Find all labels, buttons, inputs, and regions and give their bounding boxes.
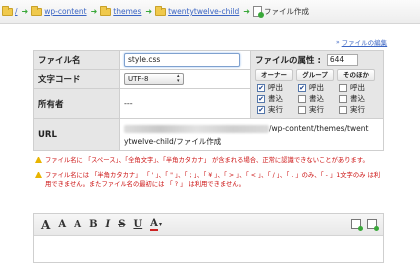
- owner-label: 所有者: [33, 88, 120, 119]
- breadcrumb-current: ファイル作成: [252, 6, 309, 18]
- perm-column-group: グループ ✔ 呼出 書込 実行: [296, 69, 334, 115]
- perm-item[interactable]: ✔ 実行: [255, 104, 293, 115]
- edit-file-link[interactable]: » ファイルの編集: [336, 37, 387, 48]
- editor-toolbar: A A A B I S U A ▾: [34, 214, 383, 236]
- filename-input[interactable]: style.css: [124, 53, 240, 67]
- perm-checkbox[interactable]: ✔: [257, 94, 265, 103]
- font-size-medium-button[interactable]: A: [58, 219, 66, 230]
- perm-item[interactable]: 実行: [296, 104, 334, 115]
- font-size-large-button[interactable]: A: [41, 218, 50, 232]
- breadcrumb-item-themes[interactable]: themes: [100, 5, 141, 16]
- arrow-right-icon: ➜: [243, 7, 250, 16]
- content-editor: A A A B I S U A ▾: [33, 213, 384, 263]
- warning-item: ファイル名に 「スペース」、「全角文字」、「半角カタカナ」 が含まれる場合、正常…: [35, 156, 385, 166]
- perm-checkbox-label: 呼出: [309, 83, 324, 92]
- breadcrumb-item-twentytwelve-child[interactable]: twentytwelve-child: [155, 5, 239, 16]
- perm-item[interactable]: ✔ 書込: [255, 93, 293, 104]
- perm-checkbox[interactable]: [298, 94, 306, 103]
- italic-button[interactable]: I: [106, 219, 111, 230]
- warning-icon: [35, 157, 42, 163]
- arrow-right-icon: ➜: [145, 7, 153, 16]
- text-color-button[interactable]: A: [150, 218, 158, 231]
- perm-checkbox-label: 書込: [309, 94, 324, 103]
- perm-item[interactable]: 呼出: [337, 82, 375, 93]
- arrow-right-icon: ➜: [90, 7, 98, 16]
- folder-icon: [31, 5, 43, 16]
- permissions-panel: ファイルの属性 : 644 オーナー ✔ 呼出 ✔ 書込 ✔ 実行 グループ ✔ 呼出 書込 実行 その…: [250, 50, 384, 119]
- underline-button[interactable]: U: [133, 219, 142, 230]
- breadcrumb-root[interactable]: /: [2, 5, 18, 16]
- editor-body[interactable]: [34, 236, 383, 262]
- perm-checkbox[interactable]: [339, 83, 347, 92]
- folder-icon: [155, 5, 167, 16]
- perm-item[interactable]: 実行: [337, 104, 375, 115]
- owner-value: ---: [119, 88, 251, 119]
- folder-icon: [100, 5, 112, 16]
- file-attribute-label: ファイルの属性 :: [255, 56, 321, 66]
- redacted-host: [124, 124, 269, 133]
- bold-button[interactable]: B: [89, 219, 97, 230]
- perm-header-group: グループ: [296, 69, 334, 81]
- perm-header-owner: オーナー: [255, 69, 293, 81]
- warning-icon: [35, 171, 42, 178]
- double-chevron-right-icon: »: [336, 38, 340, 46]
- file-form: ファイル名 style.css ファイルの属性 : 644 オーナー ✔ 呼出 ✔ 書込…: [33, 50, 384, 151]
- url-value: /wp-content/themes/twent ytwelve-child/フ…: [119, 118, 384, 151]
- folder-icon: [2, 5, 13, 16]
- perm-checkbox-label: 呼出: [268, 83, 283, 92]
- font-size-small-button[interactable]: A: [74, 220, 81, 230]
- perm-checkbox-label: 実行: [309, 105, 324, 114]
- charset-label: 文字コード: [33, 69, 120, 89]
- strikethrough-button[interactable]: S: [118, 219, 125, 230]
- chevron-down-icon[interactable]: ▾: [159, 221, 162, 228]
- new-file-icon: [252, 6, 264, 18]
- breadcrumb-item-wp-content[interactable]: wp-content: [31, 5, 87, 16]
- perm-checkbox-label: 実行: [350, 105, 365, 114]
- perm-checkbox[interactable]: [298, 105, 306, 114]
- perm-checkbox[interactable]: ✔: [257, 105, 265, 114]
- perm-item[interactable]: ✔ 呼出: [296, 82, 334, 93]
- perm-item[interactable]: 書込: [337, 93, 375, 104]
- url-label: URL: [33, 118, 120, 151]
- perm-checkbox-label: 実行: [268, 105, 283, 114]
- perm-header-other: そのほか: [337, 69, 375, 81]
- new-window-icon[interactable]: [351, 219, 363, 231]
- perm-checkbox[interactable]: [339, 94, 347, 103]
- perm-checkbox-label: 書込: [350, 94, 365, 103]
- perm-item[interactable]: ✔ 呼出: [255, 82, 293, 93]
- fullscreen-icon[interactable]: [367, 219, 379, 231]
- perm-checkbox-label: 書込: [268, 94, 283, 103]
- perm-checkbox-label: 呼出: [350, 83, 365, 92]
- charset-select[interactable]: UTF-8: [124, 73, 184, 85]
- breadcrumb: / ➜ wp-content ➜ themes ➜ twentytwelve-c…: [0, 0, 420, 24]
- warnings: ファイル名に 「スペース」、「全角文字」、「半角カタカナ」 が含まれる場合、正常…: [35, 156, 385, 195]
- file-attribute-input[interactable]: 644: [326, 54, 358, 66]
- perm-column-other: そのほか呼出書込実行: [337, 69, 375, 115]
- arrow-right-icon: ➜: [21, 7, 29, 16]
- perm-checkbox[interactable]: ✔: [298, 83, 306, 92]
- filename-label: ファイル名: [33, 50, 120, 70]
- perm-checkbox[interactable]: ✔: [257, 83, 265, 92]
- perm-column-owner: オーナー ✔ 呼出 ✔ 書込 ✔ 実行: [255, 69, 293, 115]
- warning-item: ファイル名には 「半角カタカナ」 「 ' 」、「 " 」、「 ; 」、「 ¥ 」…: [35, 171, 385, 190]
- perm-checkbox[interactable]: [339, 105, 347, 114]
- perm-item[interactable]: 書込: [296, 93, 334, 104]
